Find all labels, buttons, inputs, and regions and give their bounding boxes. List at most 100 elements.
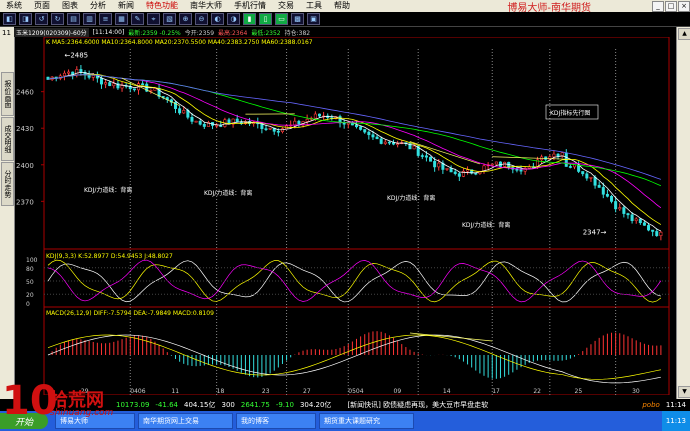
callout-label: KDJ指标先行图	[550, 109, 590, 117]
x-tick-0: 29	[81, 388, 89, 395]
toolbar-button-3-icon[interactable]: ↻	[51, 13, 64, 25]
candle-body	[75, 69, 79, 76]
x-tick-7: 09	[394, 388, 402, 395]
menu-item-9[interactable]: 工具	[300, 0, 328, 12]
menu-item-5[interactable]: 特色功能	[140, 0, 184, 12]
task-research[interactable]: 期货重大课题研究	[319, 413, 414, 429]
x-tick-9: 17	[492, 388, 500, 395]
index2-value: 2641.75	[240, 401, 270, 409]
candle-body	[605, 193, 609, 197]
tab-intraday[interactable]: 分时走势	[1, 162, 14, 206]
tab-quote[interactable]: 报价画面	[1, 72, 14, 116]
menu-item-3[interactable]: 分析	[84, 0, 112, 12]
menu-item-4[interactable]: 新闻	[112, 0, 140, 12]
toolbar-button-4-icon[interactable]: ▤	[67, 13, 80, 25]
start-button[interactable]: 开始	[0, 413, 48, 429]
candle-body	[593, 176, 597, 186]
right-scrollbar[interactable]: ▲ ▼	[676, 27, 690, 399]
toolbar-button-13-icon[interactable]: ◐	[211, 13, 224, 25]
kdj-legend: KDJ(9,3,3) K:52.8977 D:54.9453 J:48.8027	[46, 253, 173, 260]
menu-item-1[interactable]: 页面	[28, 0, 56, 12]
candle-body	[149, 89, 153, 92]
kdj-line-2	[47, 259, 662, 303]
candle-body	[317, 113, 321, 117]
candle-body	[141, 83, 145, 86]
scroll-down-icon[interactable]: ▼	[678, 386, 690, 398]
tab-trades[interactable]: 成交明细	[1, 117, 14, 161]
candle-body	[433, 161, 437, 168]
candle-body	[297, 120, 301, 125]
left-sidebar: 11 报价画面 成交明细 分时走势	[0, 27, 15, 399]
candle-body	[132, 88, 136, 91]
candle-body	[67, 71, 71, 74]
news-ticker[interactable]: [新闻快讯] 欧债疑虑再现，美大豆市早盘走软	[347, 400, 488, 410]
low-label: 2347→	[583, 228, 607, 236]
menu-item-8[interactable]: 交易	[272, 0, 300, 12]
maximize-icon[interactable]: □	[665, 0, 677, 12]
candle-body	[424, 155, 428, 158]
candle-body	[556, 153, 560, 157]
ma-legend: K MA5:2364.6000 MA10:2364.8000 MA20:2370…	[46, 39, 313, 46]
divergence-line-2	[409, 141, 481, 165]
toolbar-button-2-icon[interactable]: ↺	[35, 13, 48, 25]
y-tick-kdj-4: 0	[26, 301, 30, 308]
toolbar-button-19-icon[interactable]: ▣	[307, 13, 320, 25]
menu-item-7[interactable]: 手机行情	[228, 0, 272, 12]
toolbar-button-5-icon[interactable]: ▥	[83, 13, 96, 25]
candle-body	[449, 168, 453, 173]
candle-body	[268, 127, 272, 130]
index2-volume: 304.20亿	[299, 401, 332, 409]
candle-body	[190, 116, 194, 122]
contract-name[interactable]: 玉米1209(020309)-60分	[14, 27, 89, 37]
toolbar-button-16-icon[interactable]: ▯	[259, 13, 272, 25]
x-tick-3: 18	[217, 388, 225, 395]
last-price: 最新:2359 -0.25%	[128, 29, 181, 37]
toolbar-button-14-icon[interactable]: ◑	[227, 13, 240, 25]
y-tick-kdj-0: 100	[26, 257, 38, 264]
candle-body	[104, 82, 108, 85]
macd-line-1	[47, 334, 661, 380]
candle-body	[313, 113, 317, 119]
minimize-icon[interactable]: _	[652, 0, 664, 12]
ma40-line	[47, 74, 662, 187]
toolbar-button-9-icon[interactable]: ⌖	[147, 13, 160, 25]
task-blog[interactable]: 我的博客	[236, 413, 316, 429]
toolbar-button-1-icon[interactable]: ◨	[19, 13, 32, 25]
chart-area[interactable]: K MA5:2364.6000 MA10:2364.8000 MA20:2370…	[14, 37, 674, 395]
toolbar-button-7-icon[interactable]: ▦	[115, 13, 128, 25]
toolbar-button-15-icon[interactable]: ▮	[243, 13, 256, 25]
menu-item-6[interactable]: 南华大师	[184, 0, 228, 12]
toolbar-button-18-icon[interactable]: ▩	[291, 13, 304, 25]
candle-body	[552, 153, 556, 158]
candle-body	[626, 213, 630, 216]
toolbar-button-10-icon[interactable]: ▧	[163, 13, 176, 25]
toolbar-button-8-icon[interactable]: ✎	[131, 13, 144, 25]
candle-body	[354, 124, 358, 128]
menu-item-10[interactable]: 帮助	[328, 0, 356, 12]
close-icon[interactable]: ×	[678, 0, 690, 12]
menu-item-2[interactable]: 图表	[56, 0, 84, 12]
kline-chart-svg[interactable]: K MA5:2364.6000 MA10:2364.8000 MA20:2370…	[14, 37, 674, 395]
collapse-button[interactable]: 11	[1, 29, 12, 39]
toolbar-button-0-icon[interactable]: ◧	[3, 13, 16, 25]
candle-body	[280, 128, 284, 132]
toolbar-button-17-icon[interactable]: ▭	[275, 13, 288, 25]
candle-body	[601, 187, 605, 195]
menu-item-0[interactable]: 系统	[0, 0, 28, 12]
task-bosheng[interactable]: 博易大师	[55, 413, 135, 429]
divergence-annotation-3: KDJ/力道线：背离	[462, 221, 510, 229]
task-trading[interactable]: 南华期货网上交易	[138, 413, 233, 429]
toolbar-button-6-icon[interactable]: ≡	[99, 13, 112, 25]
scroll-up-icon[interactable]: ▲	[678, 28, 690, 40]
candle-body	[597, 184, 601, 188]
toolbar-button-11-icon[interactable]: ⊕	[179, 13, 192, 25]
candle-body	[379, 138, 383, 144]
x-tick-10: 22	[533, 388, 541, 395]
candle-body	[62, 72, 66, 77]
toolbar-button-12-icon[interactable]: ⊖	[195, 13, 208, 25]
kdj-line-1	[47, 259, 662, 303]
toolbar: ◧ ◨ ↺ ↻ ▤ ▥ ≡ ▦ ✎ ⌖ ▧ ⊕ ⊖ ◐ ◑ ▮ ▯ ▭ ▩ ▣	[0, 12, 690, 27]
index-change: -41.64	[155, 401, 178, 409]
candle-body	[99, 77, 103, 85]
candle-body	[519, 169, 523, 172]
